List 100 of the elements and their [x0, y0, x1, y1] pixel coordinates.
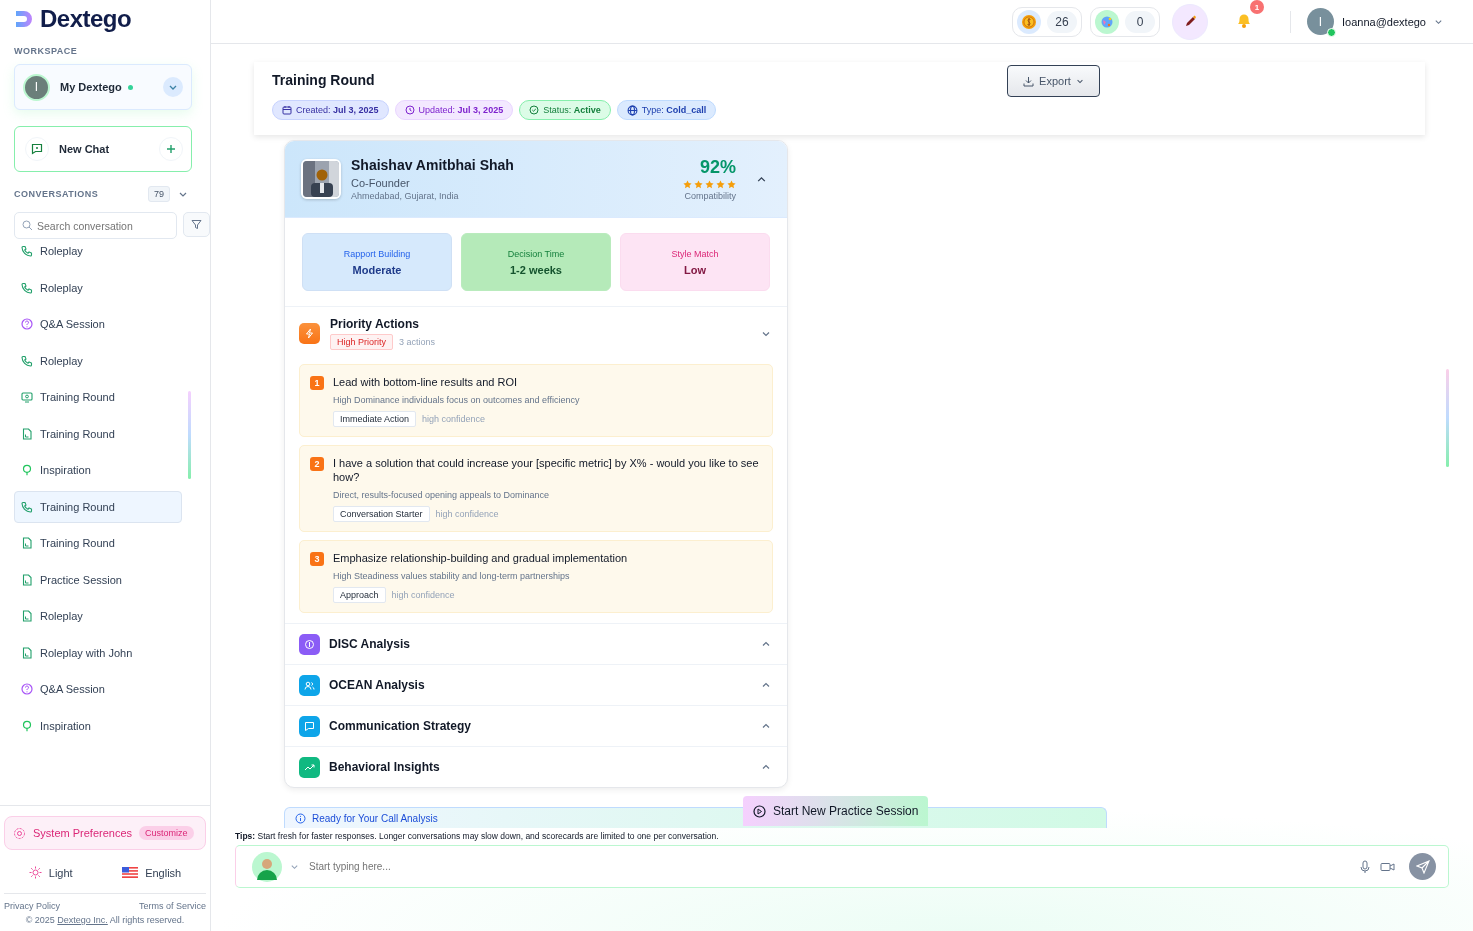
collapsible-section[interactable]: DISC Analysis	[285, 624, 787, 665]
action-title: I have a solution that could increase your [specific metric] by X% - would you like to see how?	[333, 456, 760, 484]
priority-badge: High Priority	[330, 334, 393, 350]
theme-toggle[interactable]: Light	[22, 862, 79, 883]
user-menu[interactable]: I Ioanna@dextego	[1307, 8, 1443, 35]
workspace-name: My Dextego	[60, 81, 122, 93]
count-badge: 79	[148, 186, 170, 202]
metric-value: Moderate	[352, 263, 402, 276]
preferences-button[interactable]: System Preferences Customize	[4, 816, 206, 850]
info-icon	[295, 812, 306, 824]
brand-name: Dextego	[40, 5, 132, 33]
conversation-item[interactable]: Training Round	[14, 417, 182, 450]
send-button[interactable]	[1409, 853, 1436, 880]
collapsible-section[interactable]: Behavioral Insights	[285, 747, 787, 787]
confidence-label: high confidence	[391, 590, 455, 600]
scrollbar[interactable]	[188, 391, 191, 479]
step-number: 1	[310, 376, 324, 390]
action-tag: Immediate Action	[333, 411, 417, 427]
section-icon	[299, 715, 320, 737]
document-icon	[21, 537, 33, 549]
filter-button[interactable]	[183, 212, 210, 237]
question-icon	[21, 683, 33, 695]
conversation-item[interactable]: Inspiration	[14, 454, 182, 486]
conversation-item[interactable]: Q&A Session	[14, 308, 182, 340]
search-icon	[22, 220, 33, 231]
chevron-down-icon[interactable]	[290, 862, 299, 871]
terms-link[interactable]: Terms of Service	[138, 901, 206, 911]
page-title: Training Round	[272, 72, 375, 88]
celebration-button[interactable]	[1172, 3, 1209, 40]
reward-counter[interactable]: 0	[1090, 6, 1161, 37]
export-button[interactable]: Export	[1007, 65, 1100, 97]
chevron-down-icon[interactable]	[163, 77, 183, 97]
calendar-icon	[282, 105, 292, 115]
step-number: 2	[310, 457, 324, 471]
phone-icon	[21, 245, 33, 257]
phone-icon	[21, 281, 33, 294]
scrollbar[interactable]	[1446, 369, 1449, 467]
compatibility-score: 92%	[699, 157, 736, 178]
info-chip: Status: Active	[519, 100, 611, 120]
message-composer[interactable]: Start typing here...	[235, 845, 1449, 888]
lightbulb-icon	[21, 464, 33, 476]
monitor-icon	[21, 391, 33, 403]
workspace-avatar: I	[23, 73, 50, 101]
contact-role: Co-Founder	[351, 177, 411, 189]
conversation-item[interactable]: Practice Session	[14, 563, 182, 596]
action-reason: Direct, results-focused opening appeals to Dominance	[333, 490, 551, 500]
phone-icon	[21, 500, 33, 513]
info-chip: Type: Cold_call	[616, 100, 717, 120]
lightbulb-icon	[21, 719, 33, 732]
action-reason: High Dominance individuals focus on outcomes and efficiency	[333, 395, 580, 405]
privacy-link[interactable]: Privacy Policy	[4, 901, 60, 911]
tips-text: Tips: Start fresh for faster responses. Longer conversations may slow down, and scorecards are limited to one per conversation.	[235, 830, 720, 843]
section-label: WORKSPACE	[13, 45, 79, 58]
step-number: 3	[310, 552, 324, 566]
metric-value: 1-2 weeks	[510, 263, 562, 276]
metric-value: Low	[684, 263, 706, 276]
copyright-text: © 2025 Dextego Inc. All rights reserved.	[24, 914, 186, 925]
conversation-item[interactable]: Roleplay	[14, 271, 182, 304]
collapsible-section[interactable]: Communication Strategy	[285, 706, 787, 747]
metric-label: Style Match	[671, 248, 719, 259]
microphone-icon[interactable]	[1358, 859, 1372, 874]
conversation-item[interactable]: Roleplay	[14, 344, 182, 377]
notification-badge: 1	[1250, 0, 1265, 14]
action-tag: Conversation Starter	[333, 506, 430, 522]
start-session-button[interactable]: Start New Practice Session	[743, 796, 929, 826]
gear-icon	[13, 826, 26, 840]
workspace-selector[interactable]: I My Dextego	[14, 64, 192, 110]
conversation-item[interactable]: Training Round	[14, 527, 182, 559]
flag-icon	[122, 867, 139, 878]
conversation-item[interactable]: Q&A Session	[14, 673, 182, 705]
globe-icon	[626, 104, 638, 116]
info-chip: Created: Jul 3, 2025	[272, 100, 389, 120]
user-avatar: I	[1307, 8, 1335, 35]
online-dot	[127, 84, 133, 90]
conversation-item[interactable]: Training Round	[14, 381, 182, 413]
preferences-label: System Preferences	[33, 827, 133, 839]
company-link[interactable]: Dextego Inc.	[57, 915, 108, 925]
language-selector[interactable]: English	[116, 862, 188, 883]
action-title: Emphasize relationship-building and gradual implementation	[333, 551, 628, 565]
section-icon	[299, 756, 320, 778]
section-label: CONVERSATIONS	[14, 189, 100, 199]
contact-name: Shaishav Amitbhai Shah	[351, 157, 515, 173]
contact-location: Ahmedabad, Gujarat, India	[351, 191, 460, 201]
document-icon	[21, 610, 33, 622]
conversation-item[interactable]: Roleplay with John	[14, 636, 182, 669]
phone-icon	[21, 354, 33, 367]
metric-label: Rapport Building	[343, 248, 411, 259]
conversation-item[interactable]: Roleplay	[14, 600, 182, 632]
coin-counter[interactable]: 26	[1012, 6, 1083, 37]
section-icon	[299, 633, 320, 655]
search-field[interactable]: Search conversation	[14, 212, 177, 239]
conversation-item[interactable]: Training Round	[14, 490, 182, 523]
document-icon	[21, 573, 33, 586]
info-chip: Updated: Jul 3, 2025	[394, 100, 514, 120]
new-chat-button[interactable]: New Chat	[14, 126, 192, 172]
action-count: 3 actions	[399, 337, 436, 347]
document-icon	[21, 427, 33, 440]
section-icon	[299, 674, 320, 696]
conversation-item[interactable]: Inspiration	[14, 709, 182, 742]
collapsible-section[interactable]: OCEAN Analysis	[285, 665, 787, 706]
